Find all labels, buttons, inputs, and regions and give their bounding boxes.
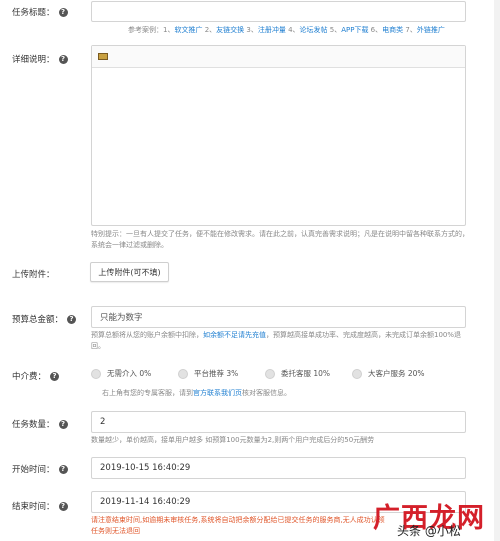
agent-option-vip[interactable]: 大客户服务 20% (352, 368, 425, 379)
task-count-input[interactable]: 2 (91, 411, 466, 433)
task-count-label: 任务数量：? (12, 418, 68, 430)
agent-option-service[interactable]: 委托客服 10% (265, 368, 352, 379)
agent-fee-options: 无需介入 0% 平台推荐 3% 委托客服 10% 大客户服务 20% (91, 368, 425, 379)
watermark-author: 头条 @小松 (397, 524, 461, 538)
agent-option-platform[interactable]: 平台推荐 3% (178, 368, 265, 379)
task-count-hint: 数量越少，单价越高，接单用户越多 如预算100元数量为2,则两个用户完成后分的5… (91, 436, 375, 444)
agent-option-none[interactable]: 无需介入 0% (91, 368, 178, 379)
budget-input[interactable]: 只能为数字 (91, 306, 466, 328)
end-time-value: 2019-11-14 16:40:29 (100, 497, 191, 507)
start-time-value: 2019-10-15 16:40:29 (100, 463, 191, 473)
example-link-6[interactable]: 电商类 (382, 26, 403, 34)
agent-fee-label: 中介费：? (12, 370, 60, 382)
help-icon[interactable]: ? (58, 54, 68, 64)
help-icon[interactable]: ? (58, 501, 68, 511)
help-icon[interactable]: ? (58, 419, 68, 429)
agent-hint: 右上角有您的专属客服，请到官方联系我们页核对客服信息。 (102, 389, 291, 397)
budget-label: 预算总金额：? (12, 313, 77, 325)
end-time-warning: 请注意结束时间,如逾期未审核任务,系统将自动把余额分配给已提交任务的服务商,无人… (91, 516, 385, 535)
help-icon[interactable]: ? (58, 7, 68, 17)
example-link-7[interactable]: 外链推广 (417, 26, 445, 34)
example-link-3[interactable]: 注册冲量 (258, 26, 286, 34)
radio-icon[interactable] (265, 368, 275, 379)
detail-editor[interactable] (91, 45, 466, 226)
end-time-label: 结束时间：? (12, 500, 68, 512)
recharge-link[interactable]: 如余额不足请先充值 (203, 331, 266, 339)
radio-icon[interactable] (352, 368, 362, 379)
example-link-1[interactable]: 软文推广 (174, 26, 202, 34)
budget-placeholder: 只能为数字 (100, 313, 143, 323)
help-icon[interactable]: ? (67, 314, 77, 324)
budget-hint: 预算总额将从您的账户余额中扣除，如余额不足请先充值，预算越高接单成功率、完成度越… (91, 331, 462, 350)
task-title-label: 任务标题：? (12, 6, 68, 18)
editor-toolbar (92, 46, 465, 68)
detail-hint: 特别提示：一旦有人提交了任务，便不能在修改需求。请在此之前，认真完善需求说明；凡… (91, 230, 469, 249)
radio-icon[interactable] (91, 368, 101, 379)
title-examples: 参考案例：1、软文推广 2、友链交换 3、注册冲量 4、论坛发帖 5、APP下载… (128, 26, 445, 34)
contact-link[interactable]: 官方联系我们页 (193, 389, 242, 397)
start-time-input[interactable]: 2019-10-15 16:40:29 (91, 457, 466, 479)
upload-button[interactable]: 上传附件(可不填) (90, 262, 169, 282)
radio-icon[interactable] (178, 368, 188, 379)
start-time-label: 开始时间：? (12, 463, 68, 475)
example-link-5[interactable]: APP下载 (341, 26, 368, 34)
help-icon[interactable]: ? (50, 371, 60, 381)
example-link-2[interactable]: 友链交换 (216, 26, 244, 34)
task-title-input[interactable] (91, 1, 466, 22)
page-scrollbar[interactable] (494, 0, 500, 541)
upload-label: 上传附件： (12, 270, 55, 280)
help-icon[interactable]: ? (58, 464, 68, 474)
task-count-value: 2 (100, 417, 106, 427)
detail-label: 详细说明：? (12, 53, 68, 65)
image-icon[interactable] (98, 53, 108, 60)
example-link-4[interactable]: 论坛发帖 (300, 26, 328, 34)
